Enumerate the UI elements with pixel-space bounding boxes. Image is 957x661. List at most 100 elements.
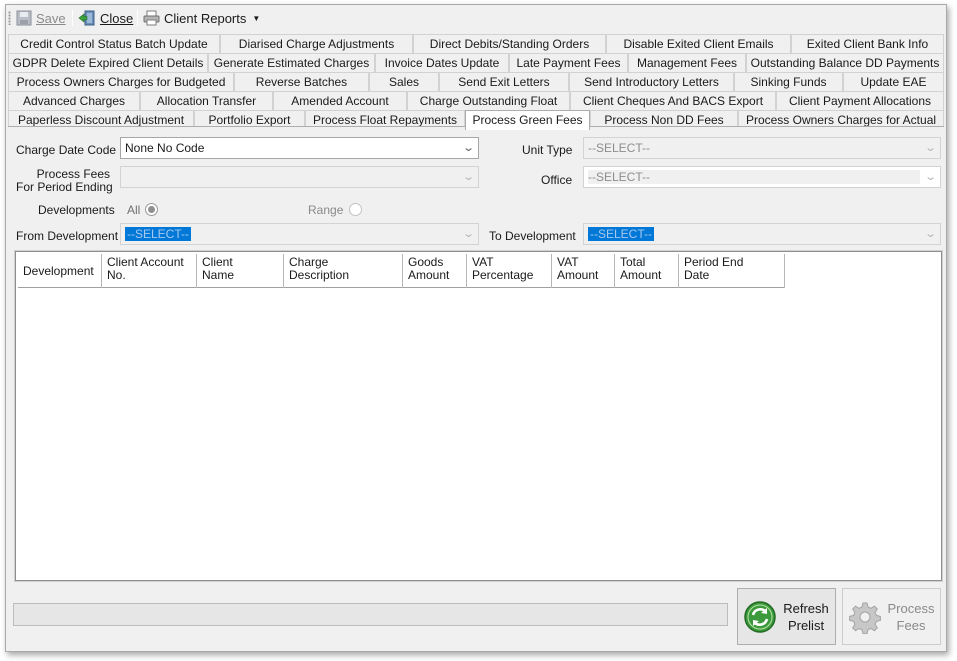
- column-header-label: Amount: [408, 268, 450, 282]
- to-development-label: To Development: [489, 229, 576, 243]
- refresh-prelist-label: Refresh Prelist: [777, 600, 835, 634]
- tab-allocation-transfer[interactable]: Allocation Transfer: [140, 91, 273, 110]
- tab-invoice-dates-update[interactable]: Invoice Dates Update: [375, 53, 509, 72]
- toolbar-separator: [72, 10, 73, 26]
- charge-date-code-value: None No Code: [125, 141, 205, 155]
- refresh-label-line2: Prelist: [787, 617, 825, 633]
- column-header-label: Date: [684, 268, 710, 282]
- chevron-down-icon: ⌄: [461, 228, 475, 240]
- chevron-down-icon: ⌄: [461, 171, 475, 183]
- tab-amended-account[interactable]: Amended Account: [273, 91, 407, 110]
- save-button[interactable]: Save: [16, 8, 66, 28]
- tab-reverse-batches[interactable]: Reverse Batches: [234, 72, 369, 91]
- process-fees-button[interactable]: Process Fees: [842, 588, 941, 645]
- toolbar-grip[interactable]: [8, 11, 11, 25]
- column-header-development[interactable]: Development: [18, 254, 102, 288]
- from-development-label: From Development: [16, 229, 119, 243]
- office-select[interactable]: --SELECT-- ⌄: [583, 166, 941, 188]
- tab-sales[interactable]: Sales: [369, 72, 439, 91]
- printer-icon: [143, 10, 160, 26]
- tab-outstanding-balance-dd-payments[interactable]: Outstanding Balance DD Payments: [746, 53, 944, 72]
- office-label: Office: [541, 173, 573, 187]
- process-green-fees-panel: Charge Date Code None No Code ⌄ Unit Typ…: [8, 126, 944, 650]
- process-fees-period-label: Process Fees For Period Ending: [16, 168, 113, 194]
- tab-send-exit-letters[interactable]: Send Exit Letters: [439, 72, 569, 91]
- chevron-down-icon: ⌄: [923, 171, 937, 183]
- process-label-line2: Fees: [896, 617, 926, 633]
- toolbar: Save Close Client Reports ▼: [6, 5, 946, 31]
- tab-late-payment-fees[interactable]: Late Payment Fees: [509, 53, 628, 72]
- tab-process-green-fees[interactable]: Process Green Fees: [465, 110, 590, 130]
- refresh-label-line1: Refresh: [783, 600, 829, 616]
- range-developments-radio[interactable]: [349, 203, 362, 216]
- refresh-icon: [744, 600, 776, 633]
- tab-disable-exited-client-emails[interactable]: Disable Exited Client Emails: [606, 34, 791, 53]
- column-header-label: Amount: [557, 268, 599, 282]
- process-fees-label: Process Fees: [882, 600, 940, 634]
- tab-generate-estimated-charges[interactable]: Generate Estimated Charges: [208, 53, 375, 72]
- grid-header: Development Client Account No. Client Na…: [18, 254, 785, 288]
- tab-exited-client-bank-info[interactable]: Exited Client Bank Info: [791, 34, 944, 53]
- tab-advanced-charges[interactable]: Advanced Charges: [8, 91, 140, 110]
- tab-sinking-funds[interactable]: Sinking Funds: [734, 72, 843, 91]
- chevron-down-icon: ⌄: [923, 228, 937, 240]
- to-development-select[interactable]: --SELECT-- ⌄: [583, 223, 941, 245]
- tab-row-3: Process Owners Charges for Budgeted Reve…: [6, 72, 946, 91]
- exit-door-icon: [78, 10, 95, 26]
- toolbar-separator: [137, 10, 138, 26]
- column-header-label: Development: [23, 263, 94, 278]
- tab-credit-control-status-batch-update[interactable]: Credit Control Status Batch Update: [8, 34, 220, 53]
- save-label: Save: [36, 10, 66, 26]
- column-header-label: No.: [107, 268, 126, 282]
- tab-row-4: Advanced Charges Allocation Transfer Ame…: [6, 91, 946, 110]
- tab-row-2: GDPR Delete Expired Client Details Gener…: [6, 53, 946, 72]
- column-header-vat-amount[interactable]: VAT Amount: [552, 254, 615, 288]
- chevron-down-icon: ▼: [252, 13, 261, 23]
- process-label-line1: Process: [887, 600, 935, 616]
- column-header-client-account-no[interactable]: Client Account No.: [102, 254, 197, 288]
- tab-gdpr-delete-expired-client-details[interactable]: GDPR Delete Expired Client Details: [8, 53, 208, 72]
- column-header-vat-percentage[interactable]: VAT Percentage: [467, 254, 552, 288]
- floppy-disk-icon: [16, 10, 32, 26]
- tab-direct-debits-standing-orders[interactable]: Direct Debits/Standing Orders: [413, 34, 606, 53]
- tab-client-payment-allocations[interactable]: Client Payment Allocations: [776, 91, 944, 110]
- tab-diarised-charge-adjustments[interactable]: Diarised Charge Adjustments: [220, 34, 413, 53]
- tab-update-eae[interactable]: Update EAE: [843, 72, 944, 91]
- all-option-label: All: [127, 203, 141, 217]
- office-value: --SELECT--: [588, 170, 920, 184]
- close-button[interactable]: Close: [78, 8, 133, 28]
- column-header-label: Name: [202, 268, 235, 282]
- developments-label: Developments: [38, 203, 115, 217]
- unit-type-select[interactable]: --SELECT-- ⌄: [583, 137, 941, 159]
- close-label: Close: [100, 10, 134, 26]
- tab-charge-outstanding-float[interactable]: Charge Outstanding Float: [407, 91, 570, 110]
- tab-management-fees[interactable]: Management Fees: [628, 53, 746, 72]
- column-header-goods-amount[interactable]: Goods Amount: [403, 254, 467, 288]
- progress-bar: [13, 603, 728, 626]
- period-ending-select[interactable]: ⌄: [120, 166, 479, 188]
- column-header-label: Percentage: [472, 268, 534, 282]
- all-developments-radio[interactable]: [145, 203, 158, 216]
- refresh-prelist-button[interactable]: Refresh Prelist: [737, 588, 836, 645]
- fees-prelist-grid[interactable]: Development Client Account No. Client Na…: [14, 250, 943, 582]
- column-header-client-name[interactable]: Client Name: [197, 254, 284, 288]
- from-development-value: --SELECT--: [125, 227, 192, 241]
- column-header-total-amount[interactable]: Total Amount: [615, 254, 679, 288]
- tab-client-cheques-and-bacs-export[interactable]: Client Cheques And BACS Export: [570, 91, 776, 110]
- client-processing-window: Save Close Client Reports ▼ Credit Contr…: [5, 4, 947, 652]
- client-reports-dropdown[interactable]: Client Reports ▼: [143, 8, 260, 28]
- column-header-charge-description[interactable]: Charge Description: [284, 254, 403, 288]
- tab-send-introductory-letters[interactable]: Send Introductory Letters: [569, 72, 734, 91]
- gear-icon: [849, 602, 881, 634]
- charge-date-code-select[interactable]: None No Code ⌄: [120, 137, 479, 159]
- client-reports-label: Client Reports: [164, 10, 247, 26]
- tab-row-1: Credit Control Status Batch Update Diari…: [6, 34, 946, 53]
- process-fees-label-line2: For Period Ending: [16, 180, 113, 194]
- column-header-label: Amount: [620, 268, 662, 282]
- to-development-value: --SELECT--: [588, 227, 655, 241]
- tab-process-owners-charges-for-budgeted[interactable]: Process Owners Charges for Budgeted: [8, 72, 234, 91]
- column-header-period-end-date[interactable]: Period End Date: [679, 254, 785, 288]
- unit-type-label: Unit Type: [522, 143, 573, 157]
- chevron-down-icon: ⌄: [461, 142, 475, 154]
- from-development-select[interactable]: --SELECT-- ⌄: [120, 223, 479, 245]
